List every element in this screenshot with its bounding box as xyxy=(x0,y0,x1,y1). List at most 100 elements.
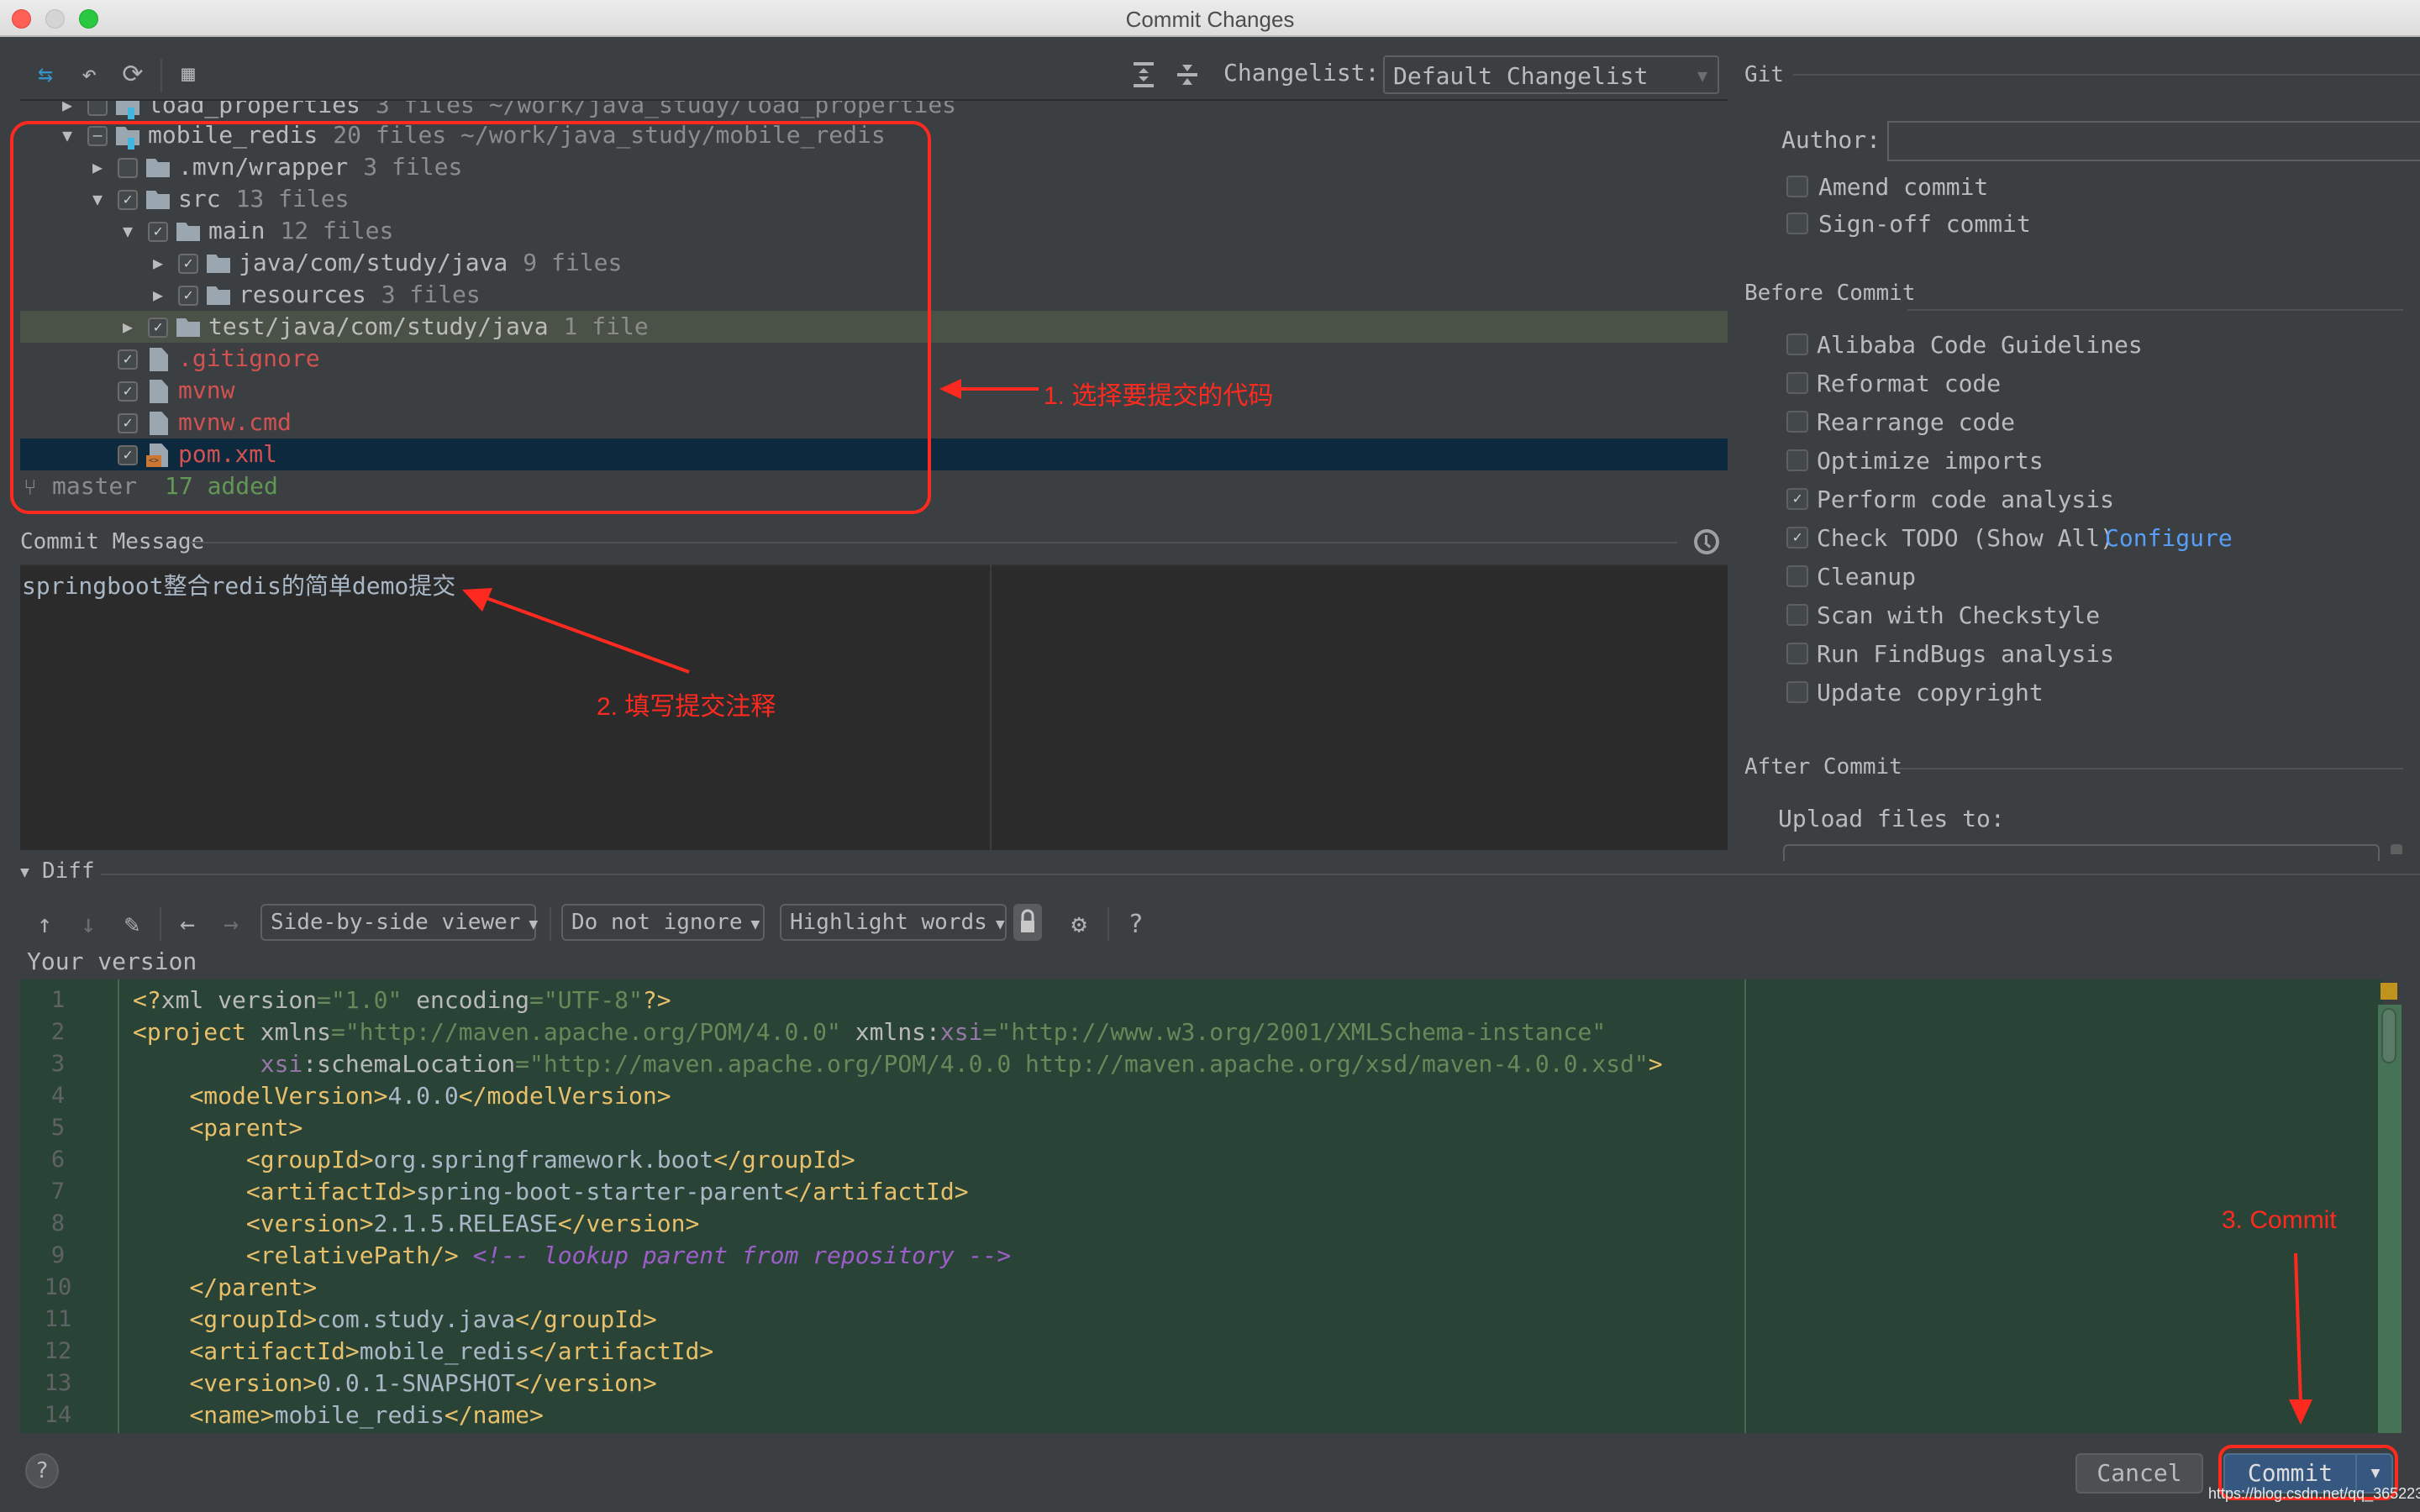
highlight-mode-select[interactable]: Highlight words ▼ xyxy=(780,904,1007,941)
edit-source-icon[interactable]: ✎ xyxy=(118,907,146,941)
code-token: <artifactId> xyxy=(245,1178,417,1205)
before-commit-checkbox[interactable] xyxy=(1786,411,1808,433)
line-number: 5 xyxy=(50,1115,66,1141)
before-commit-checkbox[interactable]: ✓ xyxy=(1786,527,1808,549)
title-bar: Commit Changes xyxy=(0,0,2420,37)
code-token: </version> xyxy=(557,1210,700,1237)
code-token: xml version xyxy=(160,986,318,1014)
code-token: </version> xyxy=(515,1369,657,1397)
separator xyxy=(1907,309,2403,311)
upload-server-select[interactable] xyxy=(1783,844,2380,861)
before-commit-label: Update copyright xyxy=(1817,679,2044,706)
diff-title: Diff xyxy=(42,858,95,884)
code-token: ="1.0" xyxy=(317,986,402,1014)
code-line: <?xml version="1.0" encoding="UTF-8"?> xyxy=(133,984,671,1016)
viewer-mode-value: Side-by-side viewer xyxy=(271,910,521,935)
sign-off-commit-label: Sign-off commit xyxy=(1818,210,2031,238)
chevron-down-icon: ▼ xyxy=(1697,66,1707,86)
code-token: </groupId> xyxy=(713,1146,855,1173)
before-commit-checkbox[interactable] xyxy=(1786,333,1808,355)
previous-difference-icon[interactable]: ↑ xyxy=(30,907,59,941)
annotation-step2: 2. 填写提交注释 xyxy=(597,693,776,721)
next-difference-icon[interactable]: ↓ xyxy=(74,907,103,941)
amend-commit-checkbox[interactable] xyxy=(1786,176,1808,197)
collapse-diff-icon[interactable]: ▼ xyxy=(20,864,29,881)
ignore-whitespace-select[interactable]: Do not ignore ▼ xyxy=(561,904,765,941)
author-label: Author: xyxy=(1781,126,1881,154)
diff-editor[interactable]: 1 <?xml version="1.0" encoding="UTF-8"?> 2… xyxy=(20,979,2383,1433)
commit-history-icon[interactable] xyxy=(1694,529,1719,554)
row-name: load_properties xyxy=(148,99,360,118)
right-margin-line xyxy=(1744,979,1746,1433)
gutter-separator xyxy=(118,979,119,1433)
annotation-arrow-down-icon xyxy=(2289,1252,2312,1425)
code-token: </parent> xyxy=(189,1273,318,1301)
group-by-icon[interactable]: ▦ xyxy=(173,59,203,89)
collapse-all-icon[interactable] xyxy=(1175,60,1200,89)
code-token: ="http://www.w3.org/2001/XMLSchema-insta… xyxy=(982,1018,1607,1046)
code-line: <name>mobile_redis</name> xyxy=(133,1399,543,1431)
row-meta: 3 files ~/work/java_study/load_propertie… xyxy=(375,99,957,118)
watermark: https://blog.csdn.net/qq_36522306 xyxy=(2208,1485,2420,1502)
code-line: <parent> xyxy=(133,1112,302,1144)
changelist-value: Default Changelist xyxy=(1393,62,1649,90)
code-token: mobile_redis xyxy=(359,1337,530,1365)
code-token: > xyxy=(1648,1050,1663,1078)
changelist-select[interactable]: Default Changelist ▼ xyxy=(1383,55,1719,94)
inspection-status-icon[interactable] xyxy=(2381,983,2397,1000)
before-commit-checkbox[interactable] xyxy=(1786,449,1808,471)
before-commit-checkbox[interactable] xyxy=(1786,604,1808,626)
cancel-button[interactable]: Cancel xyxy=(2075,1453,2203,1494)
before-commit-checkbox[interactable] xyxy=(1786,681,1808,703)
before-commit-checkbox[interactable] xyxy=(1786,372,1808,394)
help-button[interactable]: ? xyxy=(25,1453,59,1488)
code-token: ="UTF-8" xyxy=(529,986,643,1014)
refresh-icon[interactable]: ⟳ xyxy=(118,59,148,89)
upload-files-label: Upload files to: xyxy=(1778,805,2005,832)
chevron-down-icon: ▼ xyxy=(750,916,760,933)
annotation-arrow-left-icon xyxy=(939,379,1039,399)
code-token: <parent> xyxy=(189,1114,303,1142)
show-diff-icon[interactable]: ⇆ xyxy=(30,59,60,89)
settings-gear-icon[interactable]: ⚙ xyxy=(1064,907,1094,941)
code-token: ="http://maven.apache.org/POM/4.0.0 http… xyxy=(515,1050,1649,1078)
commit-message-input[interactable] xyxy=(20,564,1728,850)
before-commit-label: Reformat code xyxy=(1817,370,2002,397)
before-commit-checkbox[interactable] xyxy=(1786,643,1808,664)
module-marker xyxy=(128,108,134,119)
rollback-icon[interactable]: ↶ xyxy=(74,59,104,89)
sign-off-commit-checkbox[interactable] xyxy=(1786,213,1808,234)
chevron-down-icon: ▼ xyxy=(995,916,1005,933)
code-line: <groupId>org.springframework.boot</group… xyxy=(133,1144,855,1176)
configure-link[interactable]: Configure xyxy=(2105,524,2233,552)
code-token: </modelVersion> xyxy=(458,1082,671,1110)
amend-commit-label: Amend commit xyxy=(1818,173,1989,201)
next-file-icon[interactable]: → xyxy=(217,907,245,941)
before-commit-checkbox[interactable] xyxy=(1786,565,1808,587)
lock-scrolling-button[interactable] xyxy=(1013,904,1042,941)
line-number: 4 xyxy=(50,1083,66,1109)
previous-file-icon[interactable]: ← xyxy=(173,907,202,941)
upload-browse-button[interactable] xyxy=(2391,844,2402,854)
before-commit-title: Before Commit xyxy=(1744,281,1916,306)
line-number: 8 xyxy=(50,1210,66,1236)
author-input[interactable] xyxy=(1887,121,2420,161)
checkbox[interactable] xyxy=(87,101,108,116)
code-line: <description>Demo project for Spring Boo… xyxy=(133,1431,969,1433)
line-number: 7 xyxy=(50,1179,66,1205)
editor-scroll-thumb[interactable] xyxy=(2381,1008,2396,1063)
expand-all-icon[interactable] xyxy=(1131,60,1156,89)
toolbar-separator xyxy=(160,907,161,941)
viewer-mode-select[interactable]: Side-by-side viewer ▼ xyxy=(260,904,539,941)
tree-row-load-properties[interactable]: ▶ load_properties 3 files ~/work/java_stu… xyxy=(20,99,1728,121)
code-token: ="http://maven.apache.org/POM/4.0.0" xyxy=(331,1018,841,1046)
code-token: mobile_redis xyxy=(274,1401,445,1429)
before-commit-checkbox[interactable]: ✓ xyxy=(1786,488,1808,510)
diff-help-button[interactable]: ? xyxy=(1121,907,1151,941)
chevron-down-icon: ▼ xyxy=(529,916,539,933)
expand-arrow-icon[interactable]: ▶ xyxy=(57,101,77,121)
code-token: <? xyxy=(133,986,161,1014)
editor-scrollbar[interactable] xyxy=(2378,1005,2402,1433)
